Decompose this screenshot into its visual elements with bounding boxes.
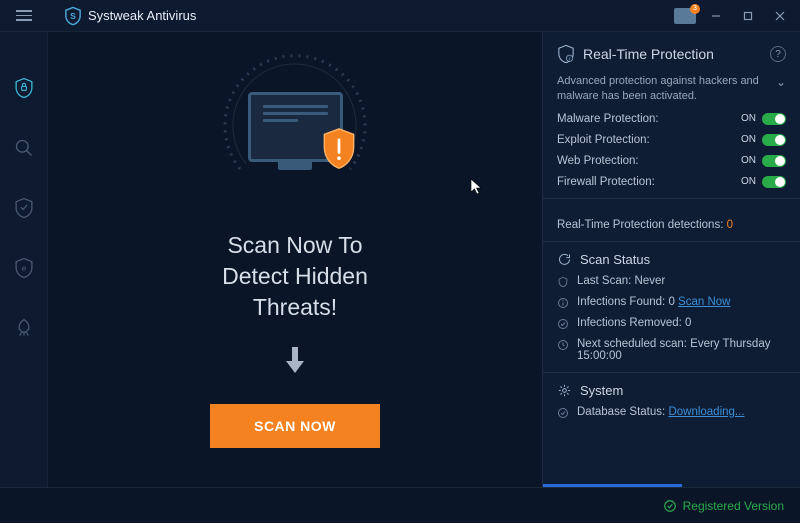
svg-text:S: S bbox=[70, 10, 76, 20]
scan-status-header: Scan Status bbox=[557, 252, 786, 267]
rtp-info-row[interactable]: Advanced protection against hackers and … bbox=[557, 74, 786, 104]
shield-check-icon bbox=[14, 197, 34, 219]
db-status-row: Database Status: Downloading... bbox=[557, 406, 786, 419]
db-status-value[interactable]: Downloading... bbox=[668, 406, 744, 418]
shield-logo-icon: S bbox=[64, 6, 82, 26]
scan-now-link[interactable]: Scan Now bbox=[678, 296, 730, 308]
shield-info-icon: i bbox=[557, 44, 575, 64]
status-panel: i Real-Time Protection ? Advanced protec… bbox=[542, 32, 800, 487]
dashboard-headline: Scan Now To Detect Hidden Threats! bbox=[222, 230, 368, 323]
shield-e-icon: e bbox=[14, 257, 34, 279]
malware-toggle[interactable] bbox=[762, 113, 786, 125]
infections-found-row: Infections Found: 0 Scan Now bbox=[557, 296, 786, 309]
check-circle-icon bbox=[663, 499, 677, 513]
scan-now-button[interactable]: SCAN NOW bbox=[210, 404, 380, 448]
alert-shield-icon bbox=[320, 127, 358, 171]
next-scan-row: Next scheduled scan: Every Thursday 15:0… bbox=[557, 338, 786, 362]
shield-small-icon bbox=[557, 276, 569, 288]
gear-icon bbox=[557, 383, 572, 398]
dashboard-center: Scan Now To Detect Hidden Threats! SCAN … bbox=[48, 32, 542, 487]
last-scan-row: Last Scan: Never bbox=[557, 275, 786, 288]
sidebar-item-optimize[interactable] bbox=[8, 312, 40, 344]
footer: Registered Version bbox=[0, 487, 800, 523]
chevron-down-icon: ⌄ bbox=[776, 74, 786, 90]
clock-small-icon bbox=[557, 339, 569, 351]
titlebar: S Systweak Antivirus 3 bbox=[0, 0, 800, 32]
svg-text:i: i bbox=[569, 56, 570, 61]
check-small-icon bbox=[557, 407, 569, 419]
web-toggle[interactable] bbox=[762, 155, 786, 167]
registered-label: Registered Version bbox=[683, 499, 784, 513]
check-small-icon bbox=[557, 318, 569, 330]
rtp-detections: Real-Time Protection detections: 0 bbox=[557, 219, 786, 231]
sidebar-item-protection[interactable] bbox=[8, 72, 40, 104]
toggle-malware: Malware Protection: ON bbox=[557, 113, 786, 125]
system-title: System bbox=[580, 383, 623, 398]
download-progress bbox=[543, 484, 682, 487]
infections-removed-row: Infections Removed: 0 bbox=[557, 317, 786, 330]
monitor-illustration bbox=[205, 52, 385, 202]
toggle-firewall: Firewall Protection: ON bbox=[557, 176, 786, 188]
close-button[interactable] bbox=[768, 4, 792, 28]
svg-text:e: e bbox=[21, 263, 26, 273]
system-header: System bbox=[557, 383, 786, 398]
sidebar: e bbox=[0, 32, 48, 487]
maximize-button[interactable] bbox=[736, 4, 760, 28]
help-icon[interactable]: ? bbox=[770, 46, 786, 62]
notification-badge: 3 bbox=[690, 4, 700, 14]
rtp-section-header: i Real-Time Protection ? bbox=[557, 44, 786, 64]
menu-hamburger-icon[interactable] bbox=[8, 0, 40, 32]
app-logo: S Systweak Antivirus bbox=[64, 6, 196, 26]
toggle-exploit: Exploit Protection: ON bbox=[557, 134, 786, 146]
shield-lock-icon bbox=[14, 77, 34, 99]
firewall-toggle[interactable] bbox=[762, 176, 786, 188]
toggle-web: Web Protection: ON bbox=[557, 155, 786, 167]
arrow-down-icon bbox=[282, 345, 308, 380]
rtp-title: Real-Time Protection bbox=[583, 46, 714, 62]
minimize-button[interactable] bbox=[704, 4, 728, 28]
exploit-toggle[interactable] bbox=[762, 134, 786, 146]
app-title: Systweak Antivirus bbox=[88, 8, 196, 23]
scan-status-title: Scan Status bbox=[580, 252, 650, 267]
sidebar-item-browser[interactable]: e bbox=[8, 252, 40, 284]
magnify-icon bbox=[14, 137, 34, 159]
info-small-icon bbox=[557, 297, 569, 309]
sidebar-item-scan[interactable] bbox=[8, 132, 40, 164]
sidebar-item-shield[interactable] bbox=[8, 192, 40, 224]
mouse-cursor-icon bbox=[470, 178, 484, 201]
rocket-icon bbox=[14, 317, 34, 339]
refresh-icon bbox=[557, 252, 572, 267]
card-notification-icon[interactable]: 3 bbox=[674, 8, 696, 24]
monitor-icon bbox=[248, 92, 343, 162]
